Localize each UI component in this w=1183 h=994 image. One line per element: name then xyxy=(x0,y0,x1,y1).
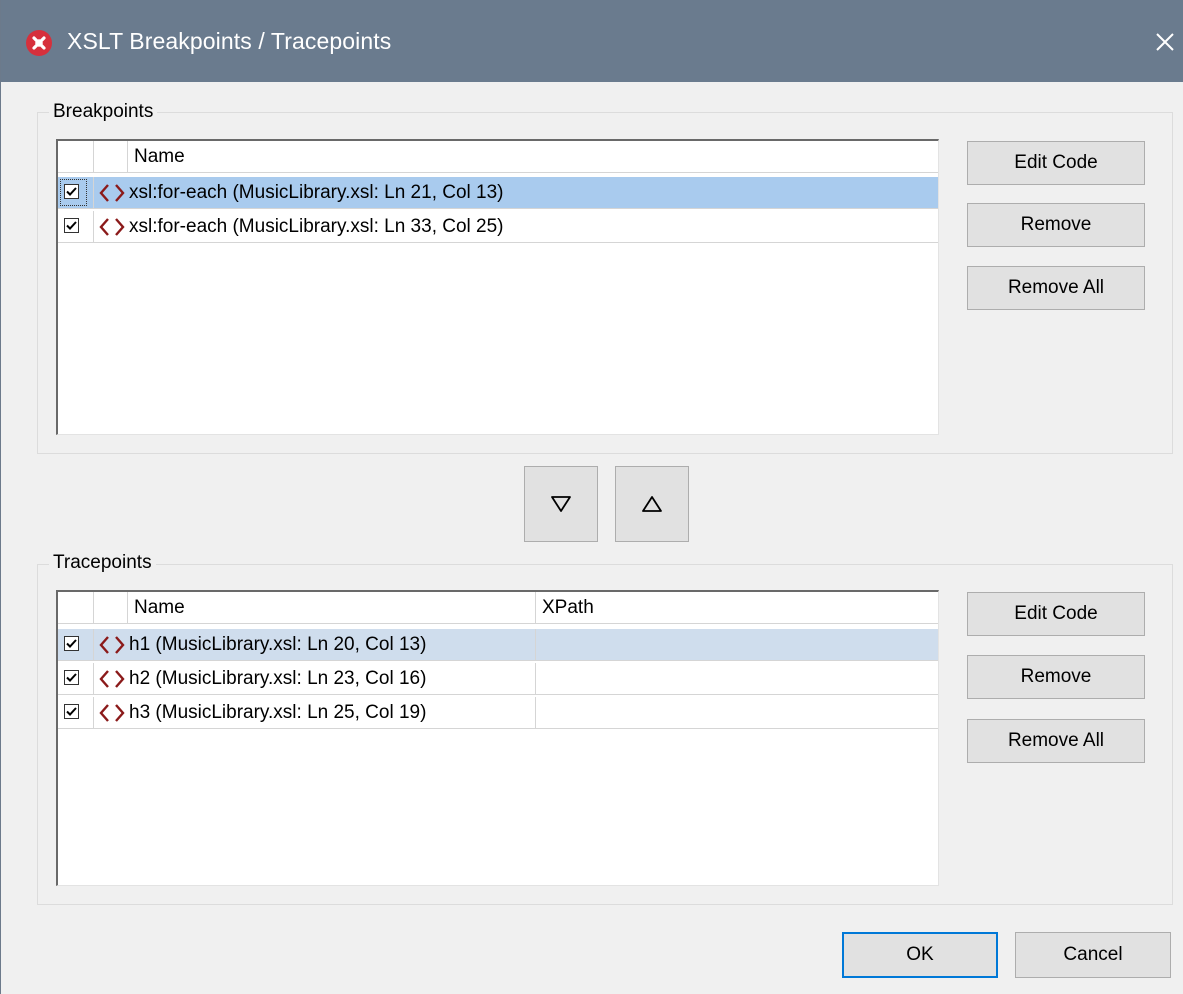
breakpoints-list[interactable]: Name xsl:for-each (MusicLibrary.xsl: Ln … xyxy=(56,139,939,435)
checkmark-icon xyxy=(66,639,77,648)
icon-cell xyxy=(94,211,128,242)
checkbox-cell xyxy=(58,629,94,660)
tracepoints-list-header: Name XPath xyxy=(58,592,938,624)
column-header-name[interactable]: Name xyxy=(128,592,536,623)
breakpoints-remove-all-button[interactable]: Remove All xyxy=(967,266,1145,310)
checkmark-icon xyxy=(66,673,77,682)
breakpoint-name: xsl:for-each (MusicLibrary.xsl: Ln 21, C… xyxy=(129,182,504,203)
button-label: Edit Code xyxy=(1014,152,1098,173)
tracepoints-label: Tracepoints xyxy=(49,552,156,574)
dialog-window: XSLT Breakpoints / Tracepoints Breakpoin… xyxy=(0,0,1183,994)
table-row[interactable]: h1 (MusicLibrary.xsl: Ln 20, Col 13) xyxy=(58,629,938,661)
tracepoint-checkbox[interactable] xyxy=(64,670,79,685)
column-header-xpath[interactable]: XPath xyxy=(536,592,938,623)
window-title: XSLT Breakpoints / Tracepoints xyxy=(67,28,392,54)
title-bar[interactable]: XSLT Breakpoints / Tracepoints xyxy=(1,0,1183,82)
breakpoints-edit-code-button[interactable]: Edit Code xyxy=(967,141,1145,185)
button-label: Remove xyxy=(1020,666,1092,687)
icon-cell xyxy=(94,629,128,660)
checkmark-icon xyxy=(66,221,77,230)
table-row[interactable]: xsl:for-each (MusicLibrary.xsl: Ln 33, C… xyxy=(58,211,938,243)
close-icon xyxy=(1156,33,1174,51)
xml-tag-icon xyxy=(99,218,125,236)
breakpoints-label: Breakpoints xyxy=(49,101,158,123)
tracepoint-name: h2 (MusicLibrary.xsl: Ln 23, Col 16) xyxy=(129,668,427,689)
table-row[interactable]: xsl:for-each (MusicLibrary.xsl: Ln 21, C… xyxy=(58,177,938,209)
close-button[interactable] xyxy=(1149,24,1181,60)
xml-tag-icon xyxy=(99,184,125,202)
tracepoint-name: h3 (MusicLibrary.xsl: Ln 25, Col 19) xyxy=(129,702,427,723)
name-cell: h2 (MusicLibrary.xsl: Ln 23, Col 16) xyxy=(128,663,536,694)
column-header-name[interactable]: Name xyxy=(128,141,938,172)
tracepoints-remove-button[interactable]: Remove xyxy=(967,655,1145,699)
button-label: Remove All xyxy=(1007,277,1105,298)
tracepoints-remove-all-button[interactable]: Remove All xyxy=(967,719,1145,763)
tracepoint-checkbox[interactable] xyxy=(64,636,79,651)
name-cell: h3 (MusicLibrary.xsl: Ln 25, Col 19) xyxy=(128,697,536,728)
move-down-button[interactable] xyxy=(524,466,598,542)
checkmark-icon xyxy=(66,187,77,196)
cancel-button[interactable]: Cancel xyxy=(1015,932,1171,978)
button-label: Remove All xyxy=(1007,730,1105,751)
breakpoint-checkbox[interactable] xyxy=(64,184,79,199)
triangle-up-icon xyxy=(642,496,662,512)
column-header-icon[interactable] xyxy=(94,592,128,623)
checkbox-cell xyxy=(58,663,94,694)
xml-tag-icon xyxy=(99,704,125,722)
altova-x-icon xyxy=(26,30,52,56)
button-label: Edit Code xyxy=(1014,603,1098,624)
triangle-down-icon xyxy=(551,496,571,512)
tracepoint-name: h1 (MusicLibrary.xsl: Ln 20, Col 13) xyxy=(129,634,427,655)
xml-tag-icon xyxy=(99,670,125,688)
icon-cell xyxy=(94,177,128,208)
checkbox-cell xyxy=(58,211,94,242)
breakpoint-name: xsl:for-each (MusicLibrary.xsl: Ln 33, C… xyxy=(129,216,504,237)
button-label: OK xyxy=(906,944,934,965)
column-header-check[interactable] xyxy=(58,592,94,623)
column-header-icon[interactable] xyxy=(94,141,128,172)
table-row[interactable]: h2 (MusicLibrary.xsl: Ln 23, Col 16) xyxy=(58,663,938,695)
breakpoint-checkbox[interactable] xyxy=(64,218,79,233)
tracepoints-edit-code-button[interactable]: Edit Code xyxy=(967,592,1145,636)
checkbox-cell xyxy=(58,697,94,728)
table-row[interactable]: h3 (MusicLibrary.xsl: Ln 25, Col 19) xyxy=(58,697,938,729)
tracepoints-list[interactable]: Name XPath h1 (MusicLibrary.xsl: Ln 20, … xyxy=(56,590,939,886)
icon-cell xyxy=(94,663,128,694)
checkmark-icon xyxy=(66,707,77,716)
ok-button[interactable]: OK xyxy=(842,932,998,978)
move-up-button[interactable] xyxy=(615,466,689,542)
icon-cell xyxy=(94,697,128,728)
name-cell: h1 (MusicLibrary.xsl: Ln 20, Col 13) xyxy=(128,629,536,660)
column-header-check[interactable] xyxy=(58,141,94,172)
breakpoints-remove-button[interactable]: Remove xyxy=(967,203,1145,247)
breakpoints-list-header: Name xyxy=(58,141,938,173)
button-label: Remove xyxy=(1020,214,1092,235)
button-label: Cancel xyxy=(1063,944,1123,965)
xml-tag-icon xyxy=(99,636,125,654)
tracepoint-checkbox[interactable] xyxy=(64,704,79,719)
checkbox-cell xyxy=(58,177,94,208)
